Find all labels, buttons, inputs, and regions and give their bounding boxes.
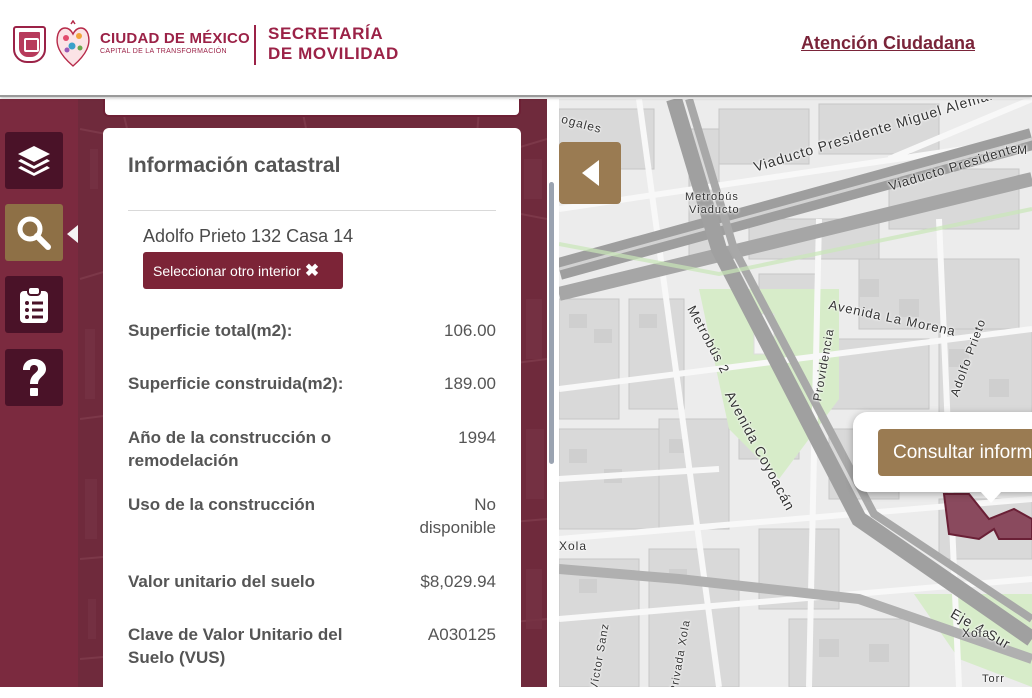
site-header: CIUDAD DE MÉXICO CAPITAL DE LA TRANSFORM… (0, 0, 1032, 97)
property-address: Adolfo Prieto 132 Casa 14 (143, 226, 354, 246)
row-value: 106.00 (444, 321, 496, 340)
row-label: Superficie total(m2): (128, 321, 293, 340)
row-label: Superficie construida(m2): (128, 374, 344, 393)
secretaria-line1: SECRETARÍA (268, 24, 384, 43)
map-popup: Consultar información (853, 412, 1032, 492)
cdmx-shield-logo (13, 26, 46, 63)
cdmx-heart-logo (56, 20, 90, 67)
row-label: Clave de Valor Unitario del Suelo (VUS) (128, 625, 343, 667)
map-label: Viaducto (689, 204, 740, 216)
brand-subtitle: CAPITAL DE LA TRANSFORMACIÓN (100, 48, 227, 55)
collapse-panel-button[interactable] (559, 142, 621, 204)
search-button[interactable] (5, 204, 63, 261)
row-value: 1994 (458, 428, 496, 447)
layers-button[interactable] (5, 132, 63, 189)
select-other-interior-button[interactable]: Seleccionar otro interior ✖ (143, 252, 343, 289)
tool-rail (0, 99, 78, 687)
cadastral-info-card: Información catastral Adolfo Prieto 132 … (103, 128, 521, 698)
card-title: Información catastral (128, 154, 341, 177)
clipboard-icon (20, 285, 48, 323)
help-button[interactable] (5, 349, 63, 406)
row-label: Uso de la construcción (128, 495, 316, 514)
row-label: Año de la construcción o remodelación (128, 428, 332, 470)
search-icon (17, 216, 51, 250)
map-label: Xola (962, 626, 991, 640)
row-value: $8,029.94 (420, 572, 496, 591)
brand-title: CIUDAD DE MÉXICO (100, 30, 250, 47)
panel-scrollbar[interactable] (549, 182, 554, 464)
previous-card (103, 99, 521, 117)
map-label: M (1017, 143, 1028, 157)
chevron-left-icon (582, 160, 599, 186)
report-button[interactable] (5, 276, 63, 333)
row-value: A030125 (427, 625, 496, 644)
consult-info-button[interactable]: Consultar información (878, 429, 1032, 476)
close-icon: ✖ (304, 260, 320, 280)
row-label: Valor unitario del suelo (128, 572, 316, 591)
active-tool-caret (67, 225, 78, 243)
popup-pointer (980, 491, 1002, 503)
map-label: Torr (982, 673, 1005, 685)
secretaria-line2: DE MOVILIDAD (268, 44, 399, 63)
map-view[interactable]: ogales Metrobús Viaducto Viaducto Presid… (559, 99, 1032, 687)
map-label: Metrobús (685, 191, 739, 203)
row-value: No disponible (419, 495, 496, 537)
select-other-interior-label: Seleccionar otro interior (153, 262, 301, 279)
secretaria-title: SECRETARÍA DE MOVILIDAD (268, 24, 399, 64)
atencion-ciudadana-link[interactable]: Atención Ciudadana (801, 33, 975, 54)
row-value: 189.00 (444, 374, 496, 393)
layers-icon (18, 145, 50, 176)
title-divider (128, 210, 496, 211)
question-icon (23, 358, 46, 396)
header-divider (254, 25, 256, 65)
map-label: Xola (559, 539, 588, 553)
